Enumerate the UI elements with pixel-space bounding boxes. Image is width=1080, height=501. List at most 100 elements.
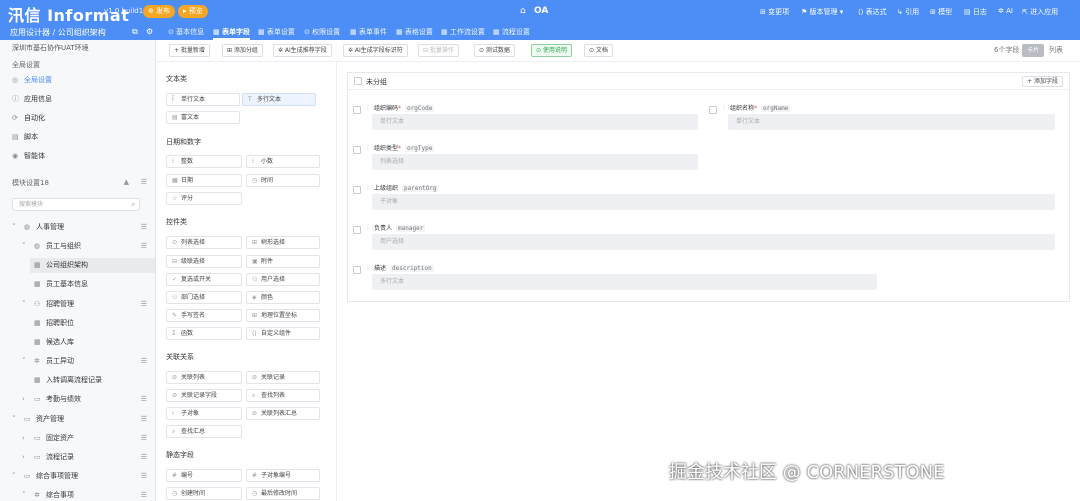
usage-guide-button[interactable]: ⊙ 使用说明 <box>531 44 572 57</box>
docs-button[interactable]: ⊙ 文档 <box>584 44 613 57</box>
tree-item-staff-info[interactable]: ▦ 员工基本信息 <box>34 277 147 292</box>
field-checkbox[interactable] <box>353 146 361 154</box>
tree-menu-icon[interactable]: ☰ <box>141 434 147 442</box>
tree-item-fixed-assets[interactable]: › ▭ 固定资产 <box>22 431 147 446</box>
tree-item-recruitment[interactable]: ˅ ⚇ 招聘管理 <box>22 297 147 312</box>
add-field-button[interactable]: + 添加字段 <box>1022 76 1063 87</box>
palette-item[interactable]: ⚇ 用户选择 <box>246 273 320 286</box>
palette-item[interactable]: ⊟ 级联选择 <box>166 255 242 268</box>
card-view-toggle[interactable]: 卡片 <box>1022 44 1045 57</box>
palette-item[interactable]: ⌕ 查找列表 <box>246 389 320 402</box>
ai-menu[interactable]: ✲ AI <box>998 7 1013 15</box>
tree-item-job-positions[interactable]: ▦ 招聘职位 <box>34 316 147 331</box>
group-checkbox[interactable] <box>354 77 362 85</box>
sidebar-item-automation[interactable]: ⟳ 自动化 <box>12 111 147 126</box>
field-input[interactable]: 多行文本 <box>372 274 877 290</box>
model-menu[interactable]: ⊞ 模型 <box>930 7 952 17</box>
palette-item[interactable]: ⁞ 整数 <box>166 155 242 168</box>
batch-add-button[interactable]: + 批量新增 <box>169 44 210 57</box>
tab-workflow-settings[interactable]: ▦ 工作流设置 <box>441 27 485 37</box>
batch-operation-button[interactable]: ⊟ 批量操作 <box>418 44 459 57</box>
tree-menu-icon[interactable]: ☰ <box>141 453 147 461</box>
version-management-menu[interactable]: ⚑ 版本管理 ▾ <box>801 7 843 17</box>
palette-item[interactable]: Ī 单行文本 <box>166 93 240 106</box>
tab-form-fields[interactable]: ▦ 表单字段 <box>213 27 251 40</box>
palette-item[interactable]: ⁞ 子对象 <box>166 407 242 420</box>
palette-item[interactable]: # 子对象编号 <box>246 469 320 482</box>
sidebar-item-agent[interactable]: ◉ 智能体 <box>12 149 147 164</box>
ai-field-identifier-button[interactable]: ✲ AI生成字段标识符 <box>343 44 408 57</box>
palette-item[interactable]: ⊘ 关联记录字段 <box>166 389 242 402</box>
settings-icon[interactable]: ⚙ <box>146 27 153 36</box>
palette-item[interactable]: ⊙ 列表选择 <box>166 236 242 249</box>
tree-menu-icon[interactable]: ☰ <box>141 357 147 365</box>
tab-basic-info[interactable]: ⊙ 基本信息 <box>168 27 204 37</box>
tree-item-candidates[interactable]: ▦ 候选人库 <box>34 335 147 350</box>
field-checkbox[interactable] <box>353 106 361 114</box>
sidebar-item-app-info[interactable]: ⓘ 应用信息 <box>12 92 147 107</box>
tree-menu-icon[interactable]: ☰ <box>141 491 147 499</box>
preview-button[interactable]: ▸ 预览 <box>178 5 208 18</box>
tree-menu-icon[interactable]: ☰ <box>141 300 147 308</box>
tree-menu-icon[interactable]: ☰ <box>141 223 147 231</box>
changes-menu[interactable]: ⊞ 变更项 <box>760 7 789 17</box>
tree-menu-icon[interactable]: ☰ <box>141 242 147 250</box>
module-search-input[interactable]: 搜索模块 ⌕ <box>12 198 140 211</box>
palette-item[interactable]: T 多行文本 <box>242 93 316 106</box>
tree-item-general-items[interactable]: ˅ ✲ 综合事项 <box>22 488 147 501</box>
field-checkbox[interactable] <box>353 186 361 194</box>
palette-item[interactable]: ◷ 最后修改时间 <box>246 487 320 500</box>
log-menu[interactable]: ▤ 日志 <box>964 7 987 17</box>
sidebar-item-script[interactable]: ▤ 脚本 <box>12 130 147 145</box>
field-checkbox[interactable] <box>709 106 717 114</box>
tab-table-settings[interactable]: ▦ 表格设置 <box>396 27 433 37</box>
tree-item-hr[interactable]: ˅ ◍ 人事管理 <box>12 220 147 235</box>
tree-item-attendance[interactable]: › ▭ 考勤与绩效 <box>22 392 147 407</box>
module-add-icon[interactable]: ▲ <box>124 178 129 186</box>
ai-recommend-fields-button[interactable]: ✲ AI生成推荐字段 <box>273 44 332 57</box>
add-group-button[interactable]: ⊞ 添加分组 <box>222 44 263 57</box>
palette-item[interactable]: ⊘ 关联列表 <box>166 371 242 384</box>
field-input[interactable]: 子对象 <box>372 194 1055 210</box>
palette-item[interactable]: ◷ 创建时间 <box>166 487 242 500</box>
tree-menu-icon[interactable]: ☰ <box>141 472 147 480</box>
palette-item[interactable]: ⊞ 树形选择 <box>246 236 320 249</box>
tree-menu-icon[interactable]: ☰ <box>141 395 147 403</box>
enter-app-button[interactable]: ⇱ 进入应用 <box>1022 7 1058 17</box>
palette-item[interactable]: ⊘ 关联记录 <box>246 371 320 384</box>
tree-item-general-affairs[interactable]: ˅ ▭ 综合事项管理 <box>12 469 147 484</box>
palette-item[interactable]: ⊘ 关联列表汇总 <box>246 407 320 420</box>
palette-item[interactable]: ✎ 手写签名 <box>166 309 242 322</box>
tab-form-events[interactable]: ▦ 表单事件 <box>350 27 387 37</box>
tree-item-process-records[interactable]: › ▭ 流程记录 <box>22 450 147 465</box>
test-data-button[interactable]: ⊙ 测试数据 <box>474 44 515 57</box>
sidebar-item-global-settings[interactable]: ◎ 全局设置 <box>12 73 147 88</box>
tree-item-company-org[interactable]: ▦ 公司组织架构 <box>30 258 155 273</box>
tree-item-transfer-records[interactable]: ▦ 入转调离流程记录 <box>34 373 147 388</box>
copy-icon[interactable]: ⧉ <box>132 27 138 37</box>
palette-item[interactable]: ⟨⟩ 自定义组件 <box>246 327 320 340</box>
field-input[interactable]: 单行文本 <box>728 114 1055 130</box>
module-menu-icon[interactable]: ☰ <box>141 178 147 186</box>
field-checkbox[interactable] <box>353 266 361 274</box>
field-checkbox[interactable] <box>353 226 361 234</box>
palette-item[interactable]: ⚇ 部门选择 <box>166 291 242 304</box>
palette-item[interactable]: ◈ 颜色 <box>246 291 320 304</box>
palette-item[interactable]: ⊞ 地理位置坐标 <box>246 309 320 322</box>
tree-item-assets[interactable]: ˅ ▭ 资产管理 <box>12 412 147 427</box>
palette-item[interactable]: ⁞ 小数 <box>246 155 320 168</box>
expression-menu[interactable]: ⟨⟩ 表达式 <box>858 7 887 17</box>
palette-item[interactable]: ☆ 评分 <box>166 192 242 205</box>
palette-item[interactable]: ▤ 富文本 <box>166 111 240 124</box>
palette-item[interactable]: ▣ 附件 <box>246 255 320 268</box>
tree-menu-icon[interactable]: ☰ <box>141 415 147 423</box>
field-input[interactable]: 列表选择 <box>372 154 698 170</box>
field-input[interactable]: 用户选择 <box>372 234 1055 250</box>
field-input[interactable]: 单行文本 <box>372 114 698 130</box>
palette-item[interactable]: ⌕ 查找汇总 <box>166 425 242 438</box>
tab-permission-settings[interactable]: ⊙ 权限设置 <box>304 27 340 37</box>
publish-button[interactable]: ⊕ 发布 <box>143 5 176 18</box>
tree-item-staff-change[interactable]: ˅ ✲ 员工异动 <box>22 354 147 369</box>
home-icon[interactable]: ⌂ <box>520 6 526 16</box>
palette-item[interactable]: # 编号 <box>166 469 242 482</box>
